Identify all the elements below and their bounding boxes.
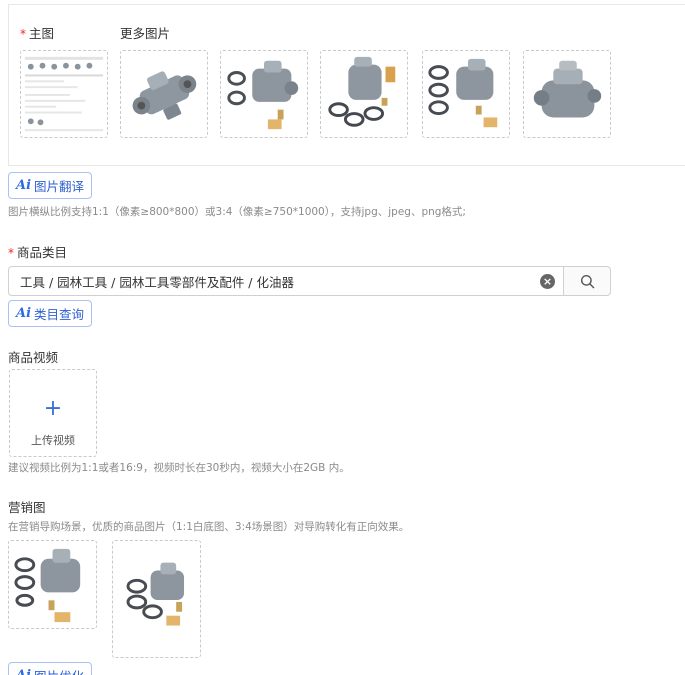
ai-category-search-button[interactable]: Ai 类目查询 [8,300,93,327]
main-image-label: * 主图 [20,26,55,41]
ai-logo-icon: Ai [16,668,31,675]
category-input[interactable]: 工具 / 园林工具 / 园林工具零部件及配件 / 化油器 × [8,266,564,296]
more-image-4[interactable] [422,50,510,138]
ai-logo-icon: Ai [16,306,32,321]
required-mark: * [20,27,26,41]
search-icon [580,274,594,288]
ai-image-translate-button[interactable]: Ai 图片翻译 [8,172,93,199]
marketing-image-2[interactable] [112,540,201,658]
main-image-thumbnail[interactable] [20,50,108,138]
image-hint: 图片横纵比例支持1:1（像素≥800*800）或3:4（像素≥750*1000）… [8,206,466,218]
marketing-label: 营销图 [8,500,46,515]
more-image-1[interactable] [120,50,208,138]
plus-icon: + [43,396,63,421]
ai-image-optimize-button[interactable]: Ai图片优化 [8,662,93,675]
category-label: * 商品类目 [8,245,68,260]
category-value: 工具 / 园林工具 / 园林工具零部件及配件 / 化油器 [20,274,294,290]
required-mark: * [8,246,14,260]
marketing-image-1[interactable] [8,540,97,629]
more-images-label: 更多图片 [120,26,171,41]
marketing-hint: 在营销导购场景，优质的商品图片（1:1白底图、3:4场景图）对导购转化有正向效果… [8,521,410,533]
video-label: 商品视频 [8,350,59,365]
upload-video-box[interactable]: + 上传视频 [9,369,97,457]
more-image-3[interactable] [320,50,408,138]
more-image-2[interactable] [220,50,308,138]
category-search-button[interactable] [563,266,611,296]
upload-video-label: 上传视频 [31,434,75,447]
more-image-5[interactable] [523,50,611,138]
video-hint: 建议视频比例为1:1或者16:9，视频时长在30秒内，视频大小在2GB 内。 [8,462,350,474]
ai-logo-icon: Ai [16,178,32,193]
close-circle-icon[interactable]: × [540,274,555,289]
